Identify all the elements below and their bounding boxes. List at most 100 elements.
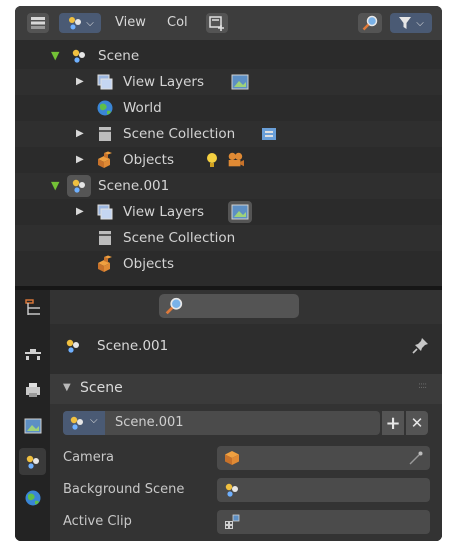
movie-clip-icon <box>225 514 240 529</box>
tree-row-objects[interactable]: ▶ Objects <box>15 147 442 173</box>
remove-scene-button[interactable]: ✕ <box>406 411 428 435</box>
tree-label: Scene.001 <box>98 178 170 194</box>
view-layers-icon <box>97 74 113 90</box>
expand-closed-icon[interactable]: ▶ <box>76 205 84 219</box>
properties-editor-icon <box>24 298 40 315</box>
tree-label: Objects <box>123 256 175 272</box>
expand-closed-icon[interactable]: ▶ <box>76 153 84 167</box>
collection-icon <box>99 127 111 141</box>
panel-title: Scene <box>80 380 123 396</box>
tree-label: View Layers <box>123 74 204 90</box>
camera-label: Camera <box>63 450 115 465</box>
add-scene-button[interactable]: + <box>382 411 404 435</box>
objects-icon <box>98 151 112 168</box>
scene-datablock-selector[interactable]: ⌵ Scene.001 <box>63 411 380 435</box>
scene-icon <box>69 17 82 30</box>
tree-row-scene-collection-001[interactable]: Scene Collection <box>15 225 442 251</box>
filter-dropdown[interactable]: ⌵ <box>390 13 432 33</box>
panel-collapse-icon[interactable]: ▼ <box>63 382 71 393</box>
expand-closed-icon[interactable]: ▶ <box>76 127 84 141</box>
scene-name-value[interactable]: Scene.001 <box>115 415 184 430</box>
blender-window: ⌵ View Col ⌵ ▼ Scene ▶ View Layers World… <box>15 6 442 541</box>
context-path: Scene.001 <box>50 332 442 360</box>
new-collection-button[interactable] <box>206 13 228 33</box>
outliner-editor: ⌵ View Col ⌵ ▼ Scene ▶ View Layers World… <box>15 6 442 286</box>
background-scene-field[interactable] <box>217 478 430 502</box>
properties-editor: Scene.001 ▼ Scene :::: ⌵ Scene.001 + ✕ C… <box>15 290 442 541</box>
tab-scene[interactable] <box>19 448 46 475</box>
scene-icon <box>66 339 79 353</box>
outliner-tree: ▼ Scene ▶ View Layers World ▶ Scene Coll… <box>15 43 442 283</box>
tree-label: Objects <box>123 152 175 168</box>
tree-label: Scene Collection <box>123 230 236 246</box>
tree-label: Scene Collection <box>123 126 236 142</box>
tree-row-objects-001[interactable]: Objects <box>15 251 442 277</box>
properties-content: Scene.001 ▼ Scene :::: ⌵ Scene.001 + ✕ C… <box>50 324 442 541</box>
scene-panel-body: ⌵ Scene.001 + ✕ Camera Background Scene … <box>50 404 442 541</box>
collection-menu[interactable]: Col <box>167 15 188 30</box>
view-layer-icon <box>24 418 41 433</box>
view-layers-icon <box>97 204 113 220</box>
tab-render[interactable] <box>19 376 46 403</box>
tree-label: World <box>123 100 162 116</box>
tree-row-scene-001[interactable]: ▼ Scene.001 <box>15 173 442 199</box>
tree-label: View Layers <box>123 204 204 220</box>
filter-icon <box>399 17 412 29</box>
chevron-down-icon: ⌵ <box>86 17 94 29</box>
scene-icon <box>72 179 85 193</box>
collection-icon <box>99 231 111 245</box>
search-icon <box>165 297 183 315</box>
tab-world[interactable] <box>19 484 46 511</box>
outliner-editor-icon <box>31 17 45 29</box>
scene-icon <box>26 455 39 469</box>
properties-tab-column <box>15 290 50 541</box>
editor-type-button[interactable] <box>27 13 49 33</box>
render-layer-icon <box>231 74 249 90</box>
active-clip-field[interactable] <box>217 510 430 534</box>
expand-closed-icon[interactable]: ▶ <box>76 75 84 89</box>
scene-icon <box>72 49 85 63</box>
scene-icon <box>70 416 83 430</box>
properties-header <box>50 290 442 324</box>
tree-row-world[interactable]: World <box>15 95 442 121</box>
render-layer-icon <box>231 204 249 220</box>
render-icon <box>25 382 40 397</box>
view-menu[interactable]: View <box>115 15 146 30</box>
outliner-search-button[interactable] <box>358 13 382 33</box>
tab-tool[interactable] <box>19 340 46 367</box>
context-title: Scene.001 <box>97 338 169 354</box>
pin-icon[interactable] <box>412 336 430 354</box>
scene-panel-header[interactable]: ▼ Scene :::: <box>50 374 442 404</box>
camera-field[interactable] <box>217 446 430 470</box>
chevron-down-icon: ⌵ <box>90 415 98 426</box>
properties-search-field[interactable] <box>159 294 299 318</box>
light-icon <box>207 153 217 167</box>
search-icon <box>362 15 378 31</box>
world-icon <box>97 100 113 116</box>
expand-open-icon[interactable]: ▼ <box>51 179 59 193</box>
background-scene-label: Background Scene <box>63 482 185 497</box>
tree-row-view-layers[interactable]: ▶ View Layers <box>15 69 442 95</box>
drag-grip-icon[interactable]: :::: <box>418 381 427 391</box>
display-mode-dropdown[interactable]: ⌵ <box>59 13 101 33</box>
tab-view-layer[interactable] <box>19 412 46 439</box>
tool-settings-icon <box>24 348 41 360</box>
collection-children-icon <box>262 128 276 140</box>
active-clip-label: Active Clip <box>63 514 132 529</box>
scene-browse-dropdown[interactable]: ⌵ <box>63 411 105 435</box>
tree-row-scene[interactable]: ▼ Scene <box>15 43 442 69</box>
new-collection-icon <box>209 16 224 31</box>
expand-open-icon[interactable]: ▼ <box>51 49 59 63</box>
tree-row-view-layers-001[interactable]: ▶ View Layers <box>15 199 442 225</box>
outliner-header: ⌵ View Col ⌵ <box>15 6 442 40</box>
camera-icon <box>228 152 244 167</box>
chevron-down-icon: ⌵ <box>416 17 424 29</box>
object-cube-icon <box>225 451 239 465</box>
eyedropper-icon[interactable] <box>408 450 424 466</box>
world-icon <box>25 490 40 505</box>
editor-type-button[interactable] <box>19 294 46 321</box>
objects-icon <box>98 255 112 272</box>
tree-label: Scene <box>98 48 140 64</box>
scene-icon <box>225 483 238 497</box>
tree-row-scene-collection[interactable]: ▶ Scene Collection <box>15 121 442 147</box>
